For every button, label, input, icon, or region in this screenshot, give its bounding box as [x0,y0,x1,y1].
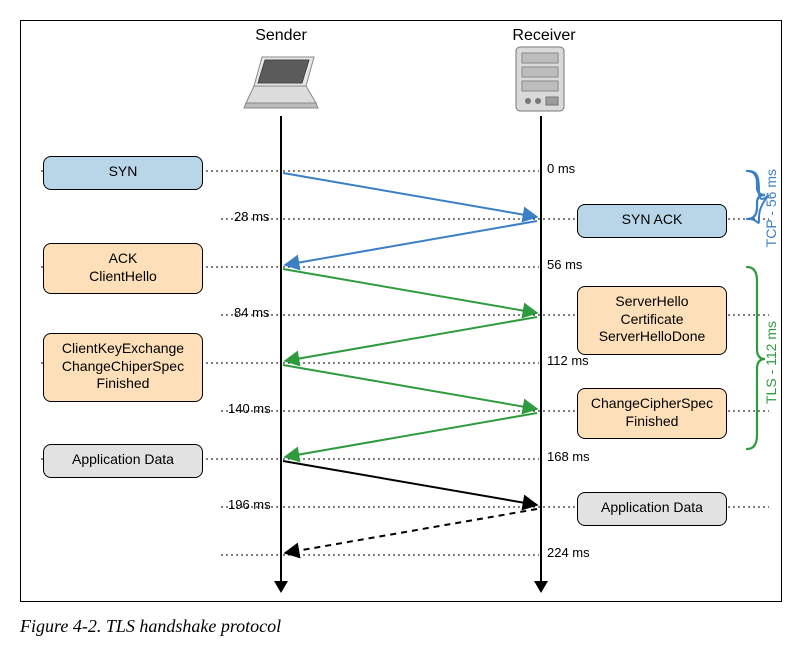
box-appdata-client-text: Application Data [72,451,174,467]
box-client-keyexch: ClientKeyExchangeChangeChiperSpecFinishe… [43,333,203,402]
box-ack-clienthello: ACKClientHello [43,243,203,294]
arrow-changecipher [285,413,537,457]
time-56: 56 ms [547,257,582,272]
diagram-frame: Sender Receiver [20,20,782,602]
time-196: 196 ms [228,497,271,512]
box-client-keyx-text: ClientKeyExchangeChangeChiperSpecFinishe… [62,340,184,391]
box-syn-text: SYN [109,163,138,179]
brace-label-tcp: TCP - 56 ms [763,169,779,247]
arrow-clienthello [283,269,537,313]
arrow-appdata-req [283,461,537,505]
time-112: 112 ms [547,353,589,368]
box-appdata-client: Application Data [43,444,203,478]
time-168: 168 ms [547,449,590,464]
time-224: 224 ms [547,545,590,560]
arrow-synack [285,221,537,265]
time-140: 140 ms [228,401,271,416]
box-serverhello: ServerHelloCertificateServerHelloDone [577,286,727,355]
figure-caption: Figure 4-2. TLS handshake protocol [20,616,780,637]
arrow-appdata-resp [285,509,537,553]
time-0: 0 ms [547,161,575,176]
arrow-syn [283,173,537,217]
box-appdata-server: Application Data [577,492,727,526]
box-synack-text: SYN ACK [622,211,683,227]
box-synack: SYN ACK [577,204,727,238]
arrow-serverhello [285,317,537,361]
box-serverhello-text: ServerHelloCertificateServerHelloDone [599,293,706,344]
box-syn: SYN [43,156,203,190]
time-28: 28 ms [234,209,269,224]
box-changecipher: ChangeCipherSpecFinished [577,388,727,439]
box-changecipher-text: ChangeCipherSpecFinished [591,395,713,429]
brace-label-tls: TLS - 112 ms [763,321,779,404]
box-appdata-server-text: Application Data [601,499,703,515]
box-ack-hello-text: ACKClientHello [89,250,157,284]
time-84: 84 ms [234,305,269,320]
arrow-clientkeyx [283,365,537,409]
